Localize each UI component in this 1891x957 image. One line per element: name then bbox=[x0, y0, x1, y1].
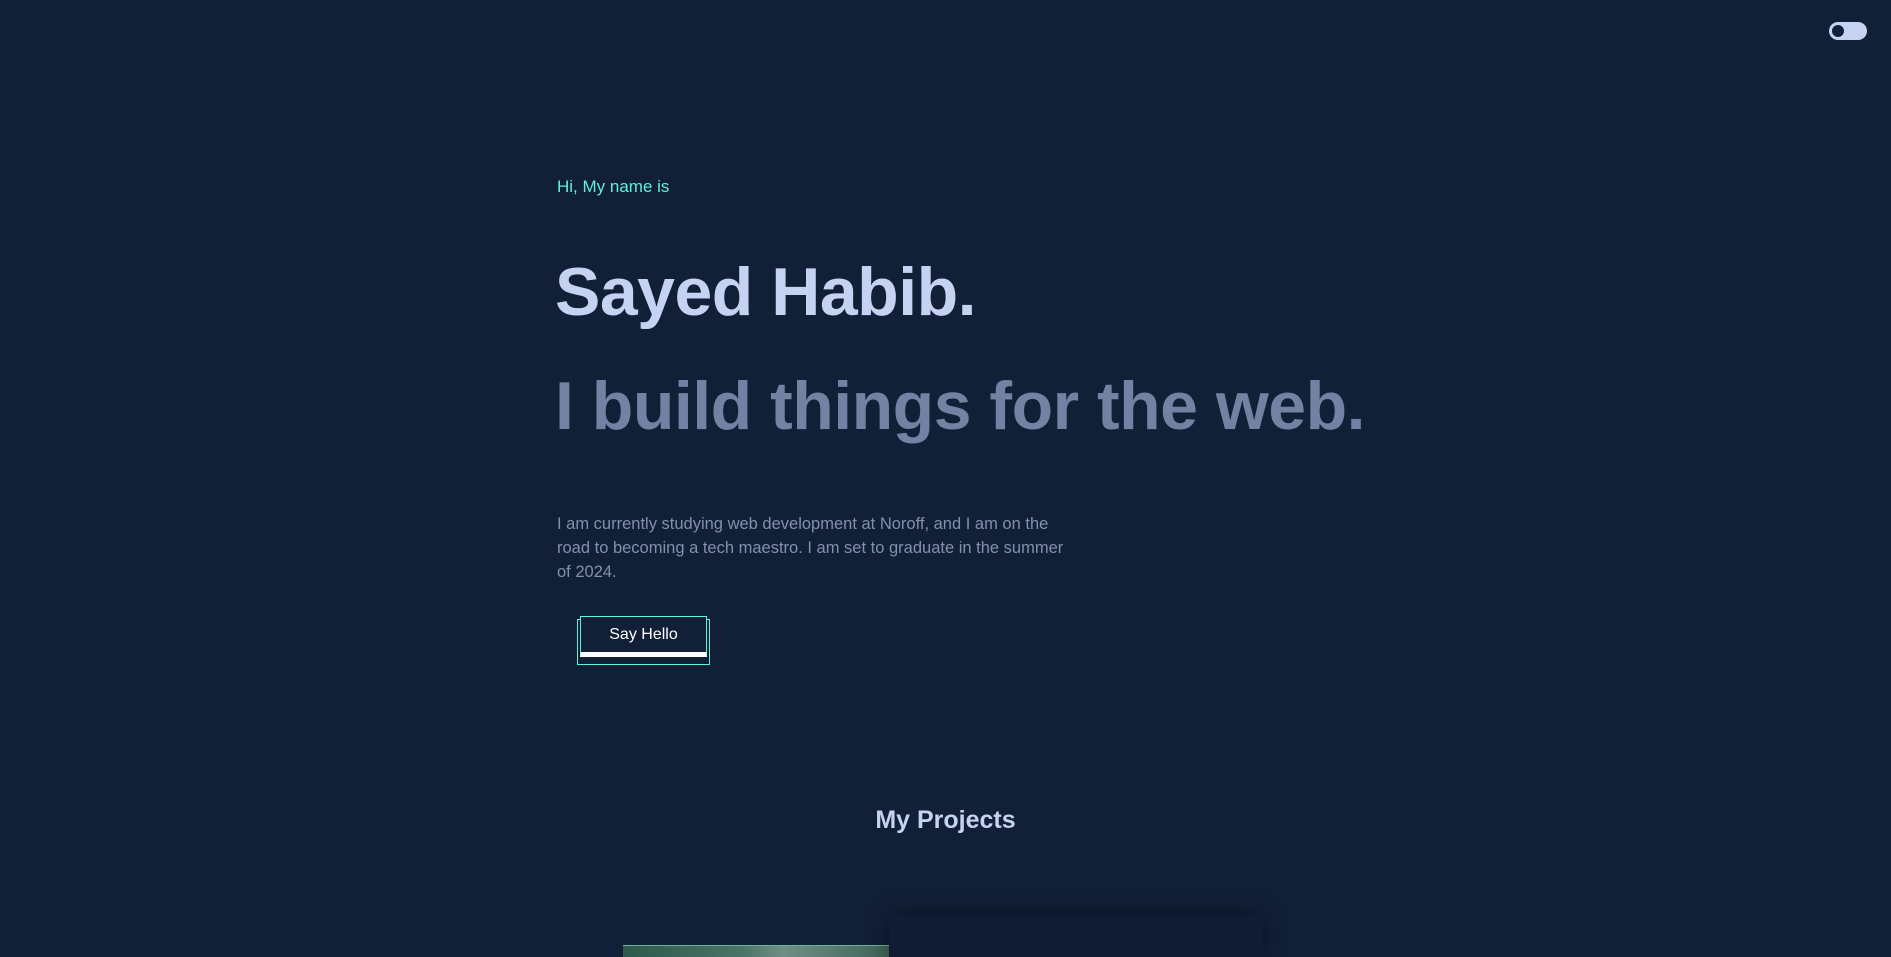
hero-greeting: Hi, My name is bbox=[557, 177, 670, 196]
toggle-knob-icon bbox=[1832, 25, 1844, 37]
project-image[interactable] bbox=[623, 945, 889, 957]
hero-intro: I am currently studying web development … bbox=[557, 515, 1064, 581]
theme-toggle[interactable] bbox=[1829, 22, 1867, 40]
hero-name: Sayed Habib. bbox=[555, 254, 977, 330]
page: Hi, My name is Sayed Habib. I build thin… bbox=[0, 0, 1891, 957]
hero-tagline: I build things for the web. bbox=[555, 368, 1366, 444]
say-hello-button[interactable]: Say Hello bbox=[580, 616, 707, 657]
projects-title: My Projects bbox=[875, 806, 1016, 834]
project-card[interactable] bbox=[889, 915, 1263, 957]
